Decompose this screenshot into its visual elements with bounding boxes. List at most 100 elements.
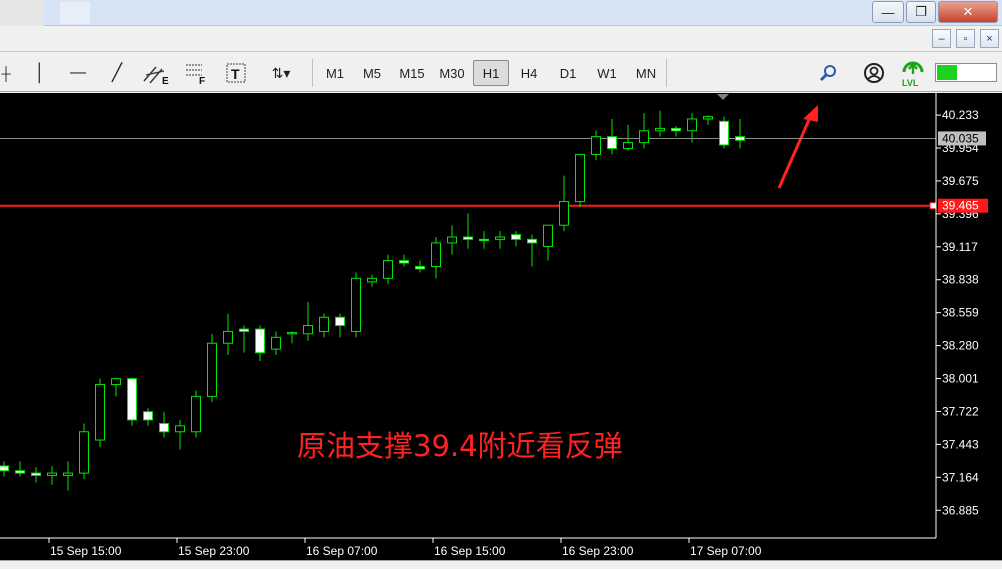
svg-text:F: F <box>199 76 205 85</box>
candle-body <box>15 470 25 474</box>
timeframe-m5[interactable]: M5 <box>354 60 390 86</box>
candle-body <box>559 201 569 226</box>
red-arrow-line <box>777 112 814 189</box>
price-tick-label: 36.885 <box>942 503 979 517</box>
svg-text:T: T <box>231 66 240 82</box>
search-button[interactable] <box>816 60 840 86</box>
bottom-tab-strip <box>0 560 1002 569</box>
price-tick-label: 37.722 <box>942 404 979 418</box>
candle-body <box>719 120 729 146</box>
window-restore-button[interactable]: ❐ <box>906 1 936 23</box>
timeframe-m1[interactable]: M1 <box>317 60 353 86</box>
candle-body <box>639 130 649 144</box>
support-price-label: 39.465 <box>942 199 979 213</box>
timeframe-h4[interactable]: H4 <box>511 60 547 86</box>
price-tick-label: 39.675 <box>942 174 979 188</box>
timeframe-h1[interactable]: H1 <box>473 60 509 86</box>
candle-body <box>159 423 169 433</box>
candle-body <box>319 316 329 332</box>
time-tick-label: 17 Sep 07:00 <box>690 544 762 558</box>
toolbar-separator-2 <box>666 59 667 87</box>
chart-minimize-button[interactable]: – <box>932 29 951 48</box>
fibonacci-tool[interactable]: F <box>181 60 211 86</box>
candle-body <box>255 328 265 354</box>
chart-shift-marker <box>717 94 729 100</box>
chart-annotation-text: 原油支撑39.4附近看反弹 <box>297 429 623 463</box>
current-price-label: 40.035 <box>942 131 979 145</box>
price-chart[interactable]: 40.233 39.954 39.675 39.396 39.117 38.838 38.5… <box>0 93 1002 560</box>
time-tick-label: 15 Sep 15:00 <box>50 544 122 558</box>
trendline-tool[interactable]: ╱ <box>104 60 130 86</box>
candle-body <box>127 378 137 421</box>
fibonacci-f-icon: F <box>186 64 205 85</box>
price-tick-label: 38.280 <box>942 339 979 353</box>
candle-body <box>303 325 313 335</box>
arrows-tool[interactable]: ⇅▾ <box>260 60 302 86</box>
signal-strength-fill <box>937 65 957 80</box>
price-tick-label: 38.001 <box>942 372 979 386</box>
candle-body <box>223 330 233 344</box>
candle-body <box>111 378 121 386</box>
timeframe-mn[interactable]: MN <box>628 60 664 86</box>
candle-body <box>431 242 441 268</box>
cursor-cross-icon: ┼ <box>1 65 11 81</box>
candle-body <box>175 425 185 433</box>
vertical-line-tool[interactable]: │ <box>27 60 53 86</box>
svg-text:LVL: LVL <box>902 78 919 88</box>
trendline-icon: ╱ <box>111 63 123 82</box>
candle-body <box>335 316 345 327</box>
chart-restore-button[interactable]: ▫ <box>956 29 975 48</box>
timeframe-d1[interactable]: D1 <box>550 60 586 86</box>
support-line-handle <box>929 202 937 210</box>
arrows-dropdown-icon: ⇅▾ <box>271 64 291 81</box>
candle-body <box>543 224 553 247</box>
window-title-bar: — ❐ ✕ <box>0 0 1002 26</box>
mdi-child-bar: – ▫ × <box>0 26 1002 52</box>
time-tick-label: 16 Sep 15:00 <box>434 544 506 558</box>
candle-body <box>591 136 601 155</box>
candle-body <box>655 127 665 132</box>
timeframe-m15[interactable]: M15 <box>394 60 430 86</box>
red-arrow-head <box>803 105 818 122</box>
candle-body <box>63 472 73 476</box>
chart-close-button[interactable]: × <box>980 29 999 48</box>
candle-body <box>527 238 537 244</box>
crosshair-tool[interactable]: ┼ <box>0 60 12 86</box>
candle-body <box>495 236 505 240</box>
level-icon: LVL <box>902 61 924 88</box>
candle-body <box>271 336 281 350</box>
text-tool[interactable]: T <box>223 60 249 86</box>
timeframe-w1[interactable]: W1 <box>589 60 625 86</box>
candle-body <box>463 236 473 240</box>
candle-body <box>95 384 105 441</box>
equidistant-channel-tool[interactable]: E <box>141 60 171 86</box>
candle-body <box>0 465 9 472</box>
window-tab-area-2 <box>60 2 90 24</box>
svg-text:E: E <box>162 76 169 85</box>
candle-body <box>447 236 457 244</box>
candle-body <box>367 277 377 283</box>
candle-body <box>351 277 361 332</box>
time-tick-label: 15 Sep 23:00 <box>178 544 250 558</box>
candle-body <box>47 472 57 476</box>
level-button[interactable]: LVL <box>898 58 928 88</box>
candle-body <box>207 342 217 397</box>
candle-body <box>143 411 153 421</box>
candle-body <box>671 127 681 132</box>
price-tick-label: 37.164 <box>942 470 979 484</box>
price-tick-label: 39.117 <box>942 240 978 254</box>
window-close-button[interactable]: ✕ <box>938 1 998 23</box>
price-tick-label: 38.838 <box>942 273 979 287</box>
horizontal-line-tool[interactable]: — <box>64 60 92 86</box>
timeframe-m30[interactable]: M30 <box>434 60 470 86</box>
account-button[interactable] <box>861 60 887 86</box>
chart-canvas[interactable]: 40.23339.95439.67539.39639.11738.83838.5… <box>0 93 1002 560</box>
time-tick-label: 16 Sep 07:00 <box>306 544 378 558</box>
candle-body <box>479 238 489 242</box>
candle-body <box>191 395 201 433</box>
price-tick-label: 37.443 <box>942 437 979 451</box>
candle-body <box>735 136 745 141</box>
toolbar-separator <box>312 59 313 87</box>
window-minimize-button[interactable]: — <box>872 1 904 23</box>
account-icon <box>864 63 884 83</box>
